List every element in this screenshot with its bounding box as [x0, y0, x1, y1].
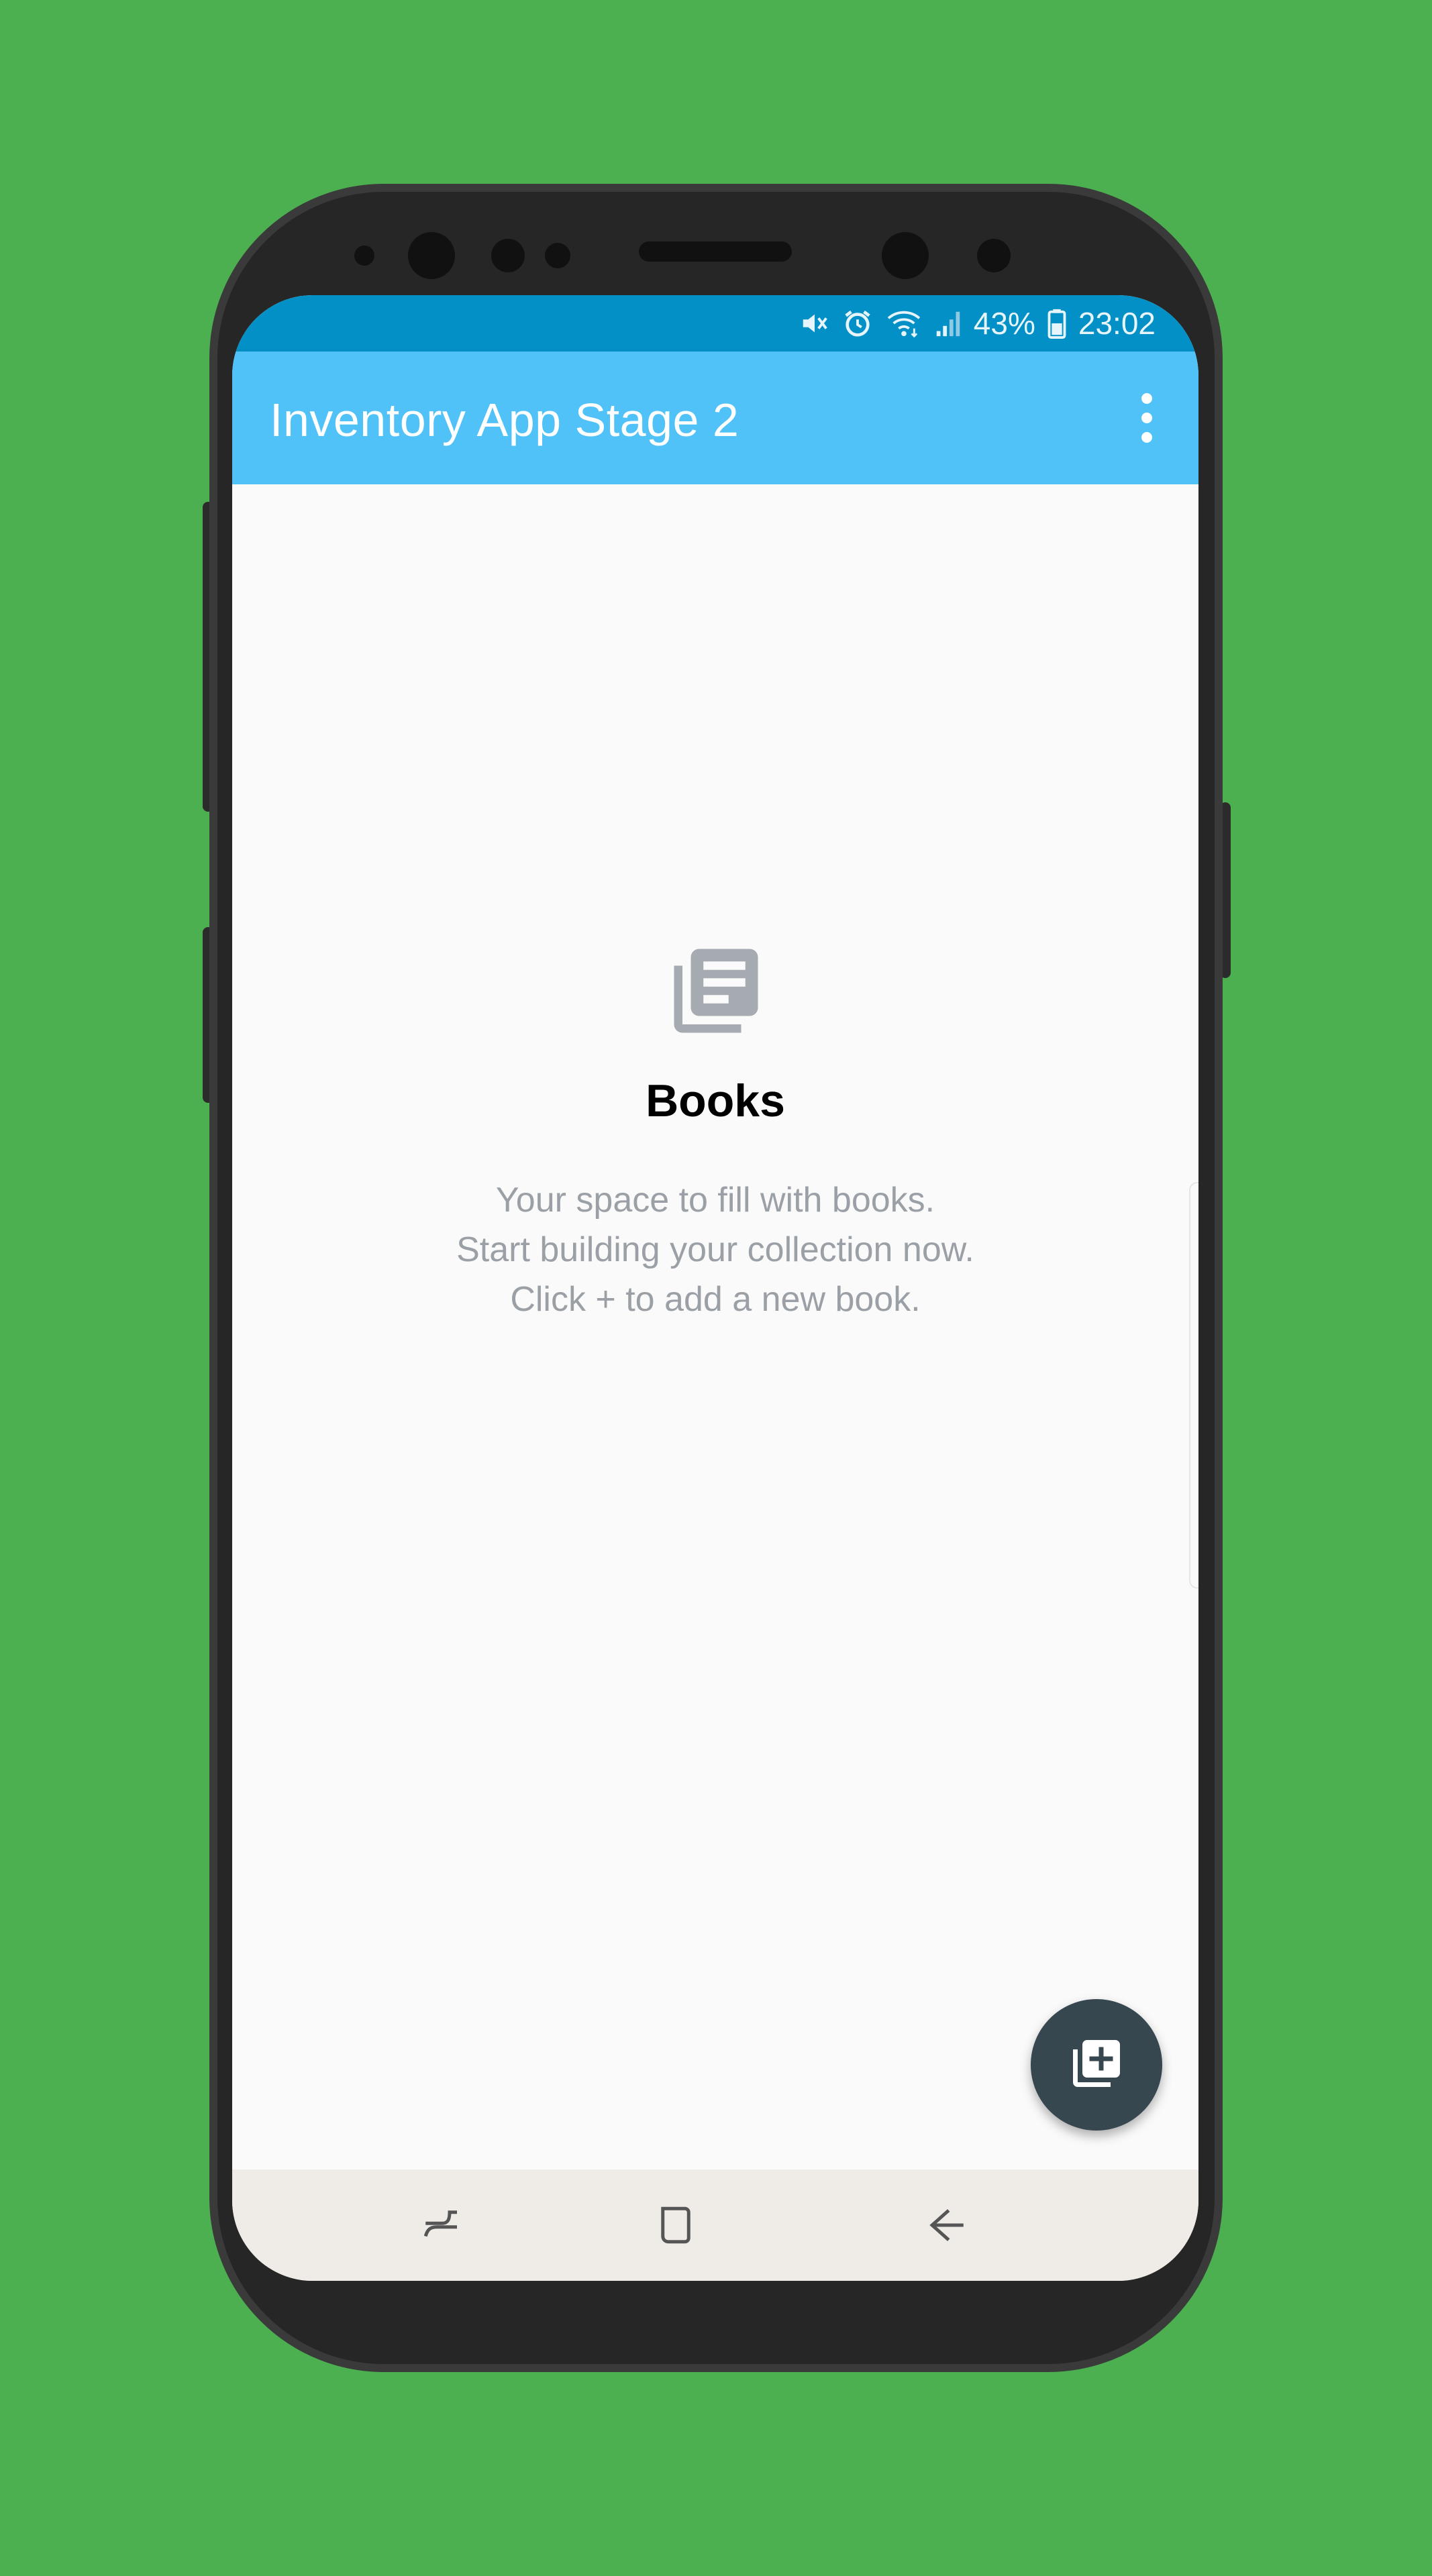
signal-icon: [935, 308, 962, 339]
phone-screen: 43% 23:02 Inventory App Stage 2 Books Yo…: [232, 295, 1198, 2281]
app-title: Inventory App Stage 2: [270, 394, 739, 446]
recents-button[interactable]: [412, 2196, 472, 2257]
empty-state-line: Start building your collection now.: [456, 1230, 974, 1269]
iris-camera: [977, 239, 1011, 272]
iris-sensor: [408, 232, 455, 279]
light-sensor: [545, 243, 570, 268]
sensor-dot: [354, 246, 374, 266]
clock: 23:02: [1078, 306, 1156, 341]
proximity-sensor: [491, 239, 525, 272]
recents-icon: [420, 2203, 464, 2251]
mute-icon: [799, 308, 830, 339]
empty-state-title: Books: [646, 1075, 785, 1126]
empty-state-line: Your space to fill with books.: [495, 1181, 935, 1220]
empty-state-description: Your space to fill with books. Start bui…: [232, 1175, 1198, 1324]
library-books-icon: [666, 941, 766, 1041]
wifi-icon: [885, 308, 923, 339]
home-button[interactable]: [646, 2196, 706, 2257]
empty-state-line: Click + to add a new book.: [510, 1280, 921, 1319]
earpiece-speaker: [639, 241, 792, 262]
status-bar: 43% 23:02: [232, 295, 1198, 352]
overflow-menu-icon[interactable]: [1137, 393, 1157, 443]
status-icons: 43% 23:02: [799, 306, 1156, 341]
empty-state-view: Books Your space to fill with books. Sta…: [232, 484, 1198, 2169]
library-add-icon: [1068, 2035, 1125, 2095]
add-book-button[interactable]: [1031, 1999, 1162, 2131]
back-button[interactable]: [917, 2196, 977, 2257]
front-camera: [882, 232, 929, 279]
edge-panel-handle[interactable]: [1189, 1182, 1198, 1589]
home-icon: [654, 2203, 698, 2251]
app-bar: Inventory App Stage 2: [232, 352, 1198, 484]
battery-icon: [1047, 308, 1066, 339]
alarm-icon: [842, 308, 873, 339]
battery-percent: 43%: [973, 306, 1035, 341]
back-icon: [925, 2203, 969, 2251]
navigation-bar: [232, 2169, 1198, 2281]
